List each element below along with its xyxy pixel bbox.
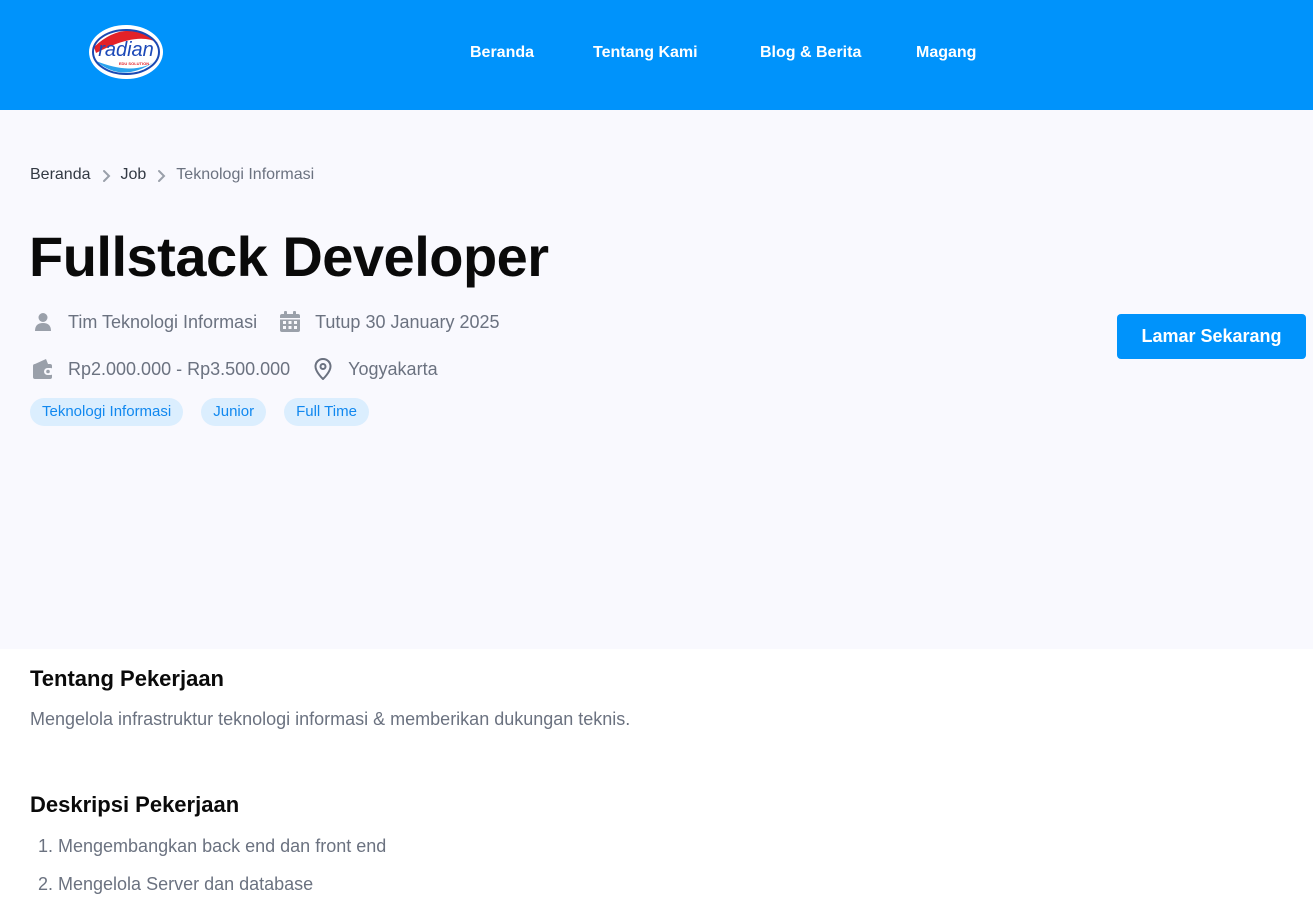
- chevron-right-icon: [95, 167, 117, 183]
- breadcrumb: Beranda Job Teknologi Informasi: [30, 165, 314, 185]
- job-salary-text: Rp2.000.000 - Rp3.500.000: [68, 358, 291, 379]
- about-heading: Tentang Pekerjaan: [30, 666, 224, 691]
- breadcrumb-beranda[interactable]: Beranda: [30, 166, 91, 184]
- description-heading: Deskripsi Pekerjaan: [30, 792, 240, 817]
- job-meta-row-2: Rp2.000.000 - Rp3.500.000 Yogyakarta: [30, 356, 458, 382]
- job-meta-row-1: Tim Teknologi Informasi Tutup 30 January…: [30, 309, 520, 335]
- job-deadline: Tutup 30 January 2025: [277, 309, 500, 335]
- job-tags: Teknologi Informasi Junior Full Time: [30, 398, 387, 426]
- about-text: Mengelola infrastruktur teknologi inform…: [30, 709, 631, 729]
- job-location-text: Yogyakarta: [348, 358, 438, 379]
- chevron-right-icon: [150, 167, 172, 183]
- tag-type: Full Time: [284, 398, 369, 426]
- nav-magang[interactable]: Magang: [916, 44, 976, 62]
- tag-level: Junior: [201, 398, 267, 426]
- job-deadline-text: Tutup 30 January 2025: [315, 311, 500, 332]
- nav-blog-berita[interactable]: Blog & Berita: [760, 44, 861, 62]
- nav-beranda[interactable]: Beranda: [470, 44, 534, 62]
- user-icon: [30, 309, 56, 335]
- location-pin-icon: [310, 356, 336, 382]
- job-team-text: Tim Teknologi Informasi: [68, 311, 258, 332]
- tag-category: Teknologi Informasi: [30, 398, 184, 426]
- wallet-icon: [30, 356, 56, 382]
- apply-button[interactable]: Lamar Sekarang: [1117, 314, 1306, 359]
- breadcrumb-current: Teknologi Informasi: [176, 166, 315, 183]
- breadcrumb-job[interactable]: Job: [121, 166, 147, 184]
- nav-tentang-kami[interactable]: Tentang Kami: [593, 44, 698, 62]
- description-list: 1. Mengembangkan back end dan front end …: [38, 834, 386, 910]
- calendar-icon: [277, 309, 303, 335]
- job-location: Yogyakarta: [310, 356, 438, 382]
- job-title: Fullstack Developer: [29, 225, 549, 288]
- job-team: Tim Teknologi Informasi: [30, 309, 257, 335]
- main-nav: Beranda Tentang Kami Blog & Berita Magan…: [0, 44, 1313, 64]
- site-header: radian EDU SOLUTION Beranda Tentang Kami…: [0, 0, 1313, 110]
- job-salary: Rp2.000.000 - Rp3.500.000: [30, 356, 290, 382]
- description-item: 1. Mengembangkan back end dan front end: [38, 836, 387, 856]
- description-item: 2. Mengelola Server dan database: [38, 874, 314, 894]
